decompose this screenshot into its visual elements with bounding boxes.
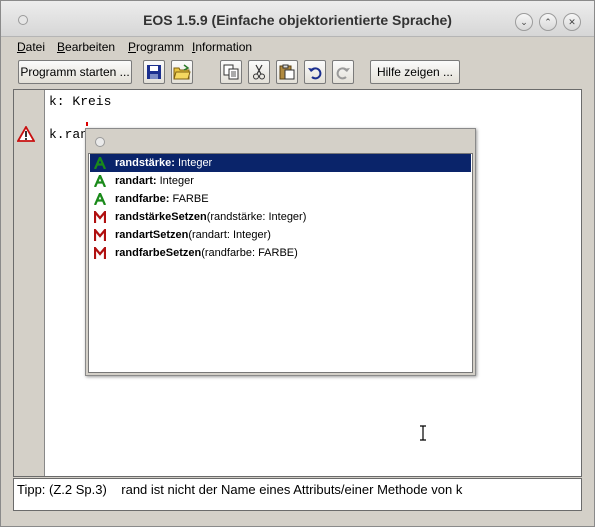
autocomplete-item-attribute[interactable]: randfarbe: FARBE <box>90 190 471 208</box>
window-title: EOS 1.5.9 (Einfache objektorientierte Sp… <box>143 12 452 28</box>
autocomplete-item-text: randfarbeSetzen(randfarbe: FARBE) <box>115 244 298 262</box>
title-bar[interactable]: EOS 1.5.9 (Einfache objektorientierte Sp… <box>1 1 594 37</box>
member-detail: FARBE <box>169 193 209 205</box>
popup-menu-icon[interactable] <box>95 137 105 147</box>
attribute-icon <box>94 175 106 187</box>
maximize-icon[interactable]: ⌃ <box>539 13 557 31</box>
member-name: randfarbeSetzen <box>115 247 202 259</box>
menu-bearbeiten[interactable]: Bearbeiten <box>57 40 115 54</box>
autocomplete-item-method[interactable]: randstärkeSetzen(randstärke: Integer) <box>90 208 471 226</box>
member-name: randstärkeSetzen <box>115 211 207 223</box>
menu-bar: Datei Bearbeiten Programm Information <box>1 37 594 57</box>
autocomplete-item-attribute[interactable]: randart: Integer <box>90 172 471 190</box>
method-icon <box>94 247 106 259</box>
undo-icon <box>308 67 322 80</box>
member-name: randart: <box>115 175 157 187</box>
paste-button[interactable] <box>276 60 298 84</box>
code-line-3: k.ran <box>49 127 89 142</box>
line-gutter <box>14 90 45 476</box>
undo-button[interactable] <box>304 60 326 84</box>
close-icon[interactable]: ✕ <box>563 13 581 31</box>
copy-button[interactable] <box>220 60 242 84</box>
autocomplete-item-method[interactable]: randartSetzen(randart: Integer) <box>90 226 471 244</box>
code-line-1: k: Kreis <box>49 94 112 109</box>
redo-button[interactable] <box>332 60 354 84</box>
method-icon <box>94 211 106 223</box>
redo-icon <box>336 67 350 80</box>
member-name: randstärke: <box>115 157 175 169</box>
member-detail: Integer <box>174 157 213 169</box>
autocomplete-list: randstärke: Integer randart: Integer randf… <box>88 153 473 373</box>
attribute-icon <box>94 157 106 169</box>
method-icon <box>94 229 106 241</box>
autocomplete-item-attribute[interactable]: randstärke: Integer <box>90 154 471 172</box>
member-detail: (randart: Integer) <box>188 229 271 241</box>
cut-icon <box>253 64 265 80</box>
save-icon <box>147 65 161 79</box>
autocomplete-item-method[interactable]: randfarbeSetzen(randfarbe: FARBE) <box>90 244 471 262</box>
status-bar: Tipp: (Z.2 Sp.3) rand ist nicht der Name… <box>13 478 582 511</box>
autocomplete-item-text: randartSetzen(randart: Integer) <box>115 226 271 244</box>
member-name: randfarbe: <box>115 193 170 205</box>
autocomplete-item-text: randstärke: Integer <box>115 154 212 172</box>
status-tip: Tipp: (Z.2 Sp.3) rand ist nicht der Name… <box>17 482 463 497</box>
member-name: randartSetzen <box>115 229 189 241</box>
app-window: EOS 1.5.9 (Einfache objektorientierte Sp… <box>0 0 595 527</box>
member-detail: (randstärke: Integer) <box>206 211 307 223</box>
text-cursor-icon <box>420 425 426 441</box>
toolbar: Programm starten ... Hilfe zeigen ... <box>1 57 594 89</box>
minimize-icon[interactable]: ⌄ <box>515 13 533 31</box>
save-button[interactable] <box>143 60 165 84</box>
menu-information[interactable]: Information <box>192 40 252 54</box>
autocomplete-item-text: randfarbe: FARBE <box>115 190 209 208</box>
autocomplete-item-text: randstärkeSetzen(randstärke: Integer) <box>115 208 306 226</box>
member-detail: Integer <box>156 175 194 187</box>
error-marker <box>86 122 88 126</box>
copy-icon <box>223 64 239 80</box>
menu-datei[interactable]: Datei <box>17 40 45 54</box>
paste-icon <box>279 64 295 80</box>
warning-icon <box>17 126 35 142</box>
show-help-button[interactable]: Hilfe zeigen ... <box>370 60 460 84</box>
open-folder-icon <box>173 64 191 80</box>
autocomplete-popup: randstärke: Integer randart: Integer randf… <box>85 128 476 376</box>
member-detail: (randfarbe: FARBE) <box>201 247 298 259</box>
open-button[interactable] <box>171 60 193 84</box>
menu-programm[interactable]: Programm <box>128 40 184 54</box>
start-program-button[interactable]: Programm starten ... <box>18 60 132 84</box>
cut-button[interactable] <box>248 60 270 84</box>
autocomplete-item-text: randart: Integer <box>115 172 194 190</box>
attribute-icon <box>94 193 106 205</box>
